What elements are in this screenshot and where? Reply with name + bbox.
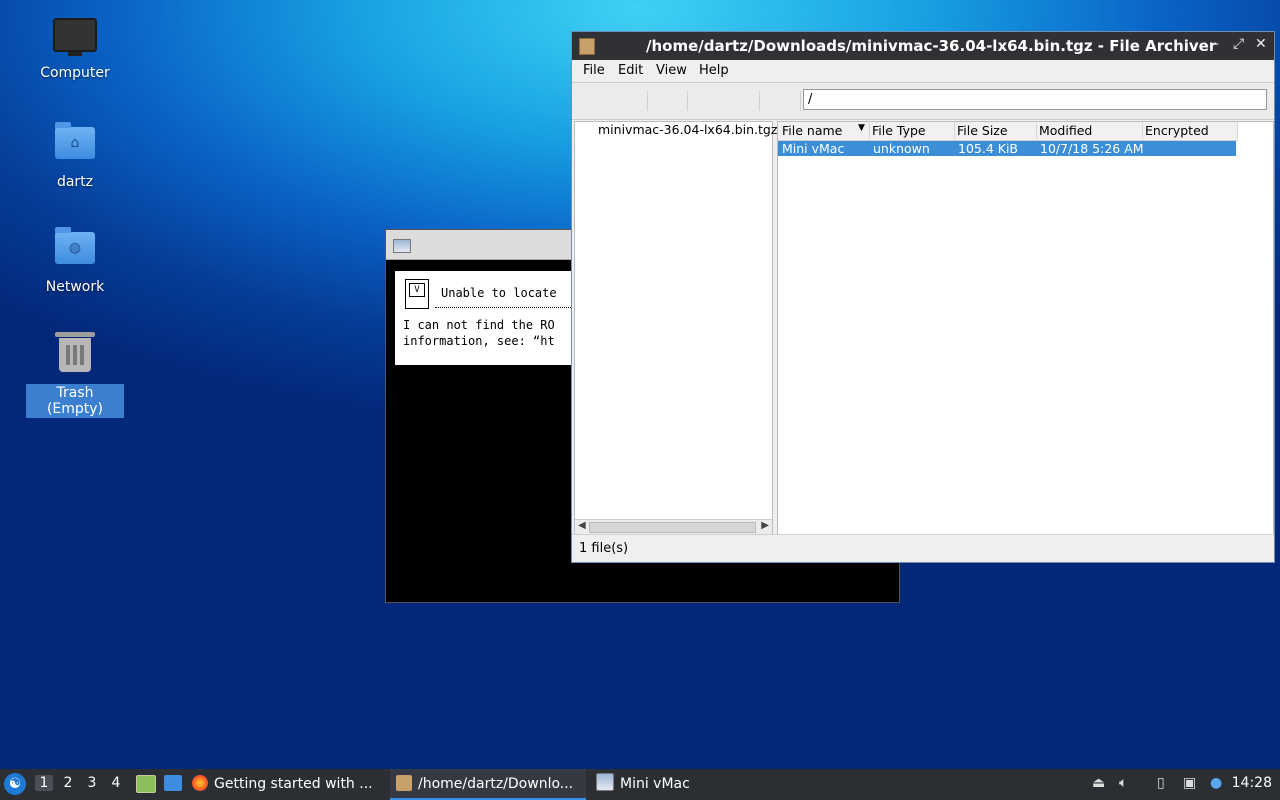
eject-icon[interactable]: ⏏ <box>1092 775 1105 791</box>
table-row[interactable]: Mini vMac unknown 105.4 KiB 10/7/18 5:26… <box>778 141 1236 156</box>
desktop-icon-home[interactable]: ⌂ dartz <box>26 122 124 191</box>
dialog-divider <box>435 307 575 308</box>
folder-tree[interactable]: minivmac-36.04-lx64.bin.tgz ◀ ▶ <box>574 121 777 535</box>
task-label: /home/dartz/Downlo... <box>418 776 574 792</box>
menu-help[interactable]: Help <box>699 63 729 78</box>
computer-icon <box>53 18 97 58</box>
desktop-icon-label: Trash (Empty) <box>26 384 124 418</box>
status-bar: 1 file(s) <box>572 534 1274 562</box>
column-header-modified[interactable]: Modified <box>1037 123 1143 139</box>
status-text: 1 file(s) <box>579 541 629 556</box>
mac-alert-icon: V <box>405 279 429 309</box>
column-header-name[interactable]: File name ▼ <box>778 123 870 139</box>
firefox-icon <box>192 775 208 791</box>
scroll-left-icon[interactable]: ◀ <box>578 520 586 531</box>
menu-view[interactable]: View <box>656 63 687 78</box>
toolbar-separator <box>647 91 648 111</box>
cell-modified: 10/7/18 5:26 AM <box>1040 141 1144 156</box>
taskbar: ☯ 1 2 3 4 Getting started with ... /home… <box>0 769 1280 800</box>
desktop-icon-computer[interactable]: Computer <box>26 18 124 82</box>
location-input[interactable]: / <box>803 89 1267 110</box>
task-label: Getting started with ... <box>214 776 373 792</box>
task-label: Mini vMac <box>620 776 690 792</box>
column-header-encrypted[interactable]: Encrypted <box>1143 123 1238 139</box>
dialog-text-line: I can not find the RO <box>403 318 555 332</box>
notification-icon[interactable]: ● <box>1210 775 1222 791</box>
task-file-archiver[interactable]: /home/dartz/Downlo... <box>390 769 586 800</box>
trash-icon <box>53 332 97 378</box>
menu-edit[interactable]: Edit <box>618 63 643 78</box>
file-manager-icon[interactable] <box>136 775 156 793</box>
desktop-icon-label: dartz <box>56 174 94 190</box>
dialog-text-line: information, see: “ht <box>403 334 555 348</box>
archiver-titlebar[interactable]: /home/dartz/Downloads/minivmac-36.04-lx6… <box>572 32 1274 60</box>
show-desktop-icon[interactable] <box>164 775 182 791</box>
desktop-icon-network[interactable]: ◍ Network <box>26 227 124 296</box>
minimize-icon[interactable]: – <box>1212 36 1219 52</box>
cell-name: Mini vMac <box>782 141 845 156</box>
column-header-size[interactable]: File Size <box>955 123 1037 139</box>
file-archiver-window[interactable]: /home/dartz/Downloads/minivmac-36.04-lx6… <box>571 31 1275 563</box>
desktop-icon-label: Computer <box>40 65 110 81</box>
horizontal-scrollbar[interactable]: ◀ ▶ <box>575 519 772 534</box>
clock[interactable]: 14:28 <box>1232 775 1272 791</box>
desktop-icon-trash[interactable]: Trash (Empty) <box>26 332 124 418</box>
column-header-type[interactable]: File Type <box>870 123 955 139</box>
scroll-thumb[interactable] <box>589 522 756 533</box>
toolbar-separator <box>759 91 760 111</box>
network-folder-icon: ◍ <box>53 227 97 272</box>
network-icon[interactable]: ▣ <box>1183 775 1196 791</box>
archive-app-icon <box>579 38 595 55</box>
clipboard-icon[interactable]: ▯ <box>1157 775 1165 791</box>
window-title: /home/dartz/Downloads/minivmac-36.04-lx6… <box>646 37 1217 55</box>
maximize-icon[interactable]: ⤢ <box>1233 36 1244 52</box>
workspace-1[interactable]: 1 <box>35 775 53 791</box>
workspace-4[interactable]: 4 <box>107 775 125 791</box>
task-minivmac[interactable]: Mini vMac <box>596 769 706 800</box>
file-list[interactable]: File name ▼ File Type File Size Modified … <box>777 121 1274 535</box>
menu-bar: File Edit View Help <box>572 60 1274 82</box>
workspace-3[interactable]: 3 <box>83 775 101 791</box>
tree-item-archive[interactable]: minivmac-36.04-lx64.bin.tgz <box>598 122 777 137</box>
rom-error-dialog: V Unable to locate I can not find the RO… <box>395 271 575 365</box>
dialog-title: Unable to locate <box>441 286 557 300</box>
scroll-right-icon[interactable]: ▶ <box>761 520 769 531</box>
sort-down-icon: ▼ <box>858 123 865 133</box>
volume-icon[interactable]: 🔈︎ <box>1119 775 1127 791</box>
menu-file[interactable]: File <box>583 63 605 78</box>
home-folder-icon: ⌂ <box>53 122 97 167</box>
toolbar: / <box>572 82 1274 120</box>
workspace-2[interactable]: 2 <box>59 775 77 791</box>
column-header-row: File name ▼ File Type File Size Modified … <box>778 122 1238 141</box>
toolbar-separator <box>800 91 801 111</box>
desktop-icon-label: Network <box>45 279 105 295</box>
archive-app-icon <box>396 775 412 791</box>
start-menu-icon[interactable]: ☯ <box>4 773 26 795</box>
toolbar-separator <box>687 91 688 111</box>
window-icon <box>393 239 411 253</box>
close-icon[interactable]: ✕ <box>1255 36 1267 52</box>
window-icon <box>596 773 614 791</box>
cell-size: 105.4 KiB <box>958 141 1019 156</box>
task-firefox[interactable]: Getting started with ... <box>192 769 380 800</box>
cell-type: unknown <box>873 141 930 156</box>
